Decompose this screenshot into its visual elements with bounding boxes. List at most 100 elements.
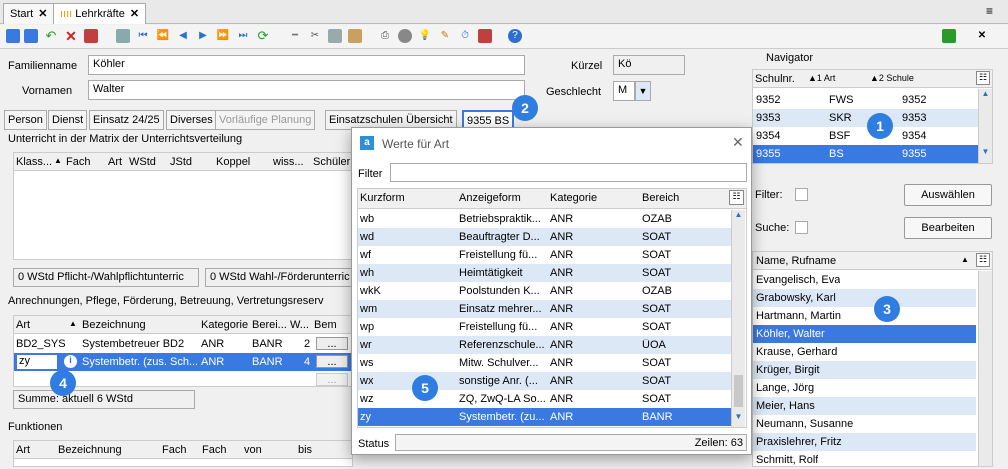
table-row[interactable]: wd Beauftragter D... ANR SOAT (358, 228, 731, 246)
list-item[interactable]: Köhler, Walter (753, 325, 976, 343)
table-row[interactable]: wkK Poolstunden K... ANR OZAB (358, 282, 731, 300)
list-item[interactable]: Neumann, Susanne (753, 415, 976, 433)
remove-icon[interactable]: ━ (288, 29, 302, 43)
bem-button[interactable]: ... (316, 337, 348, 350)
list-item[interactable]: Meier, Hans (753, 397, 976, 415)
close-icon[interactable]: ✕ (130, 8, 139, 20)
table-row[interactable]: zy i Systembetr. (zus. Sch... ANR BANR 4… (14, 353, 352, 371)
first-icon[interactable]: ⏮ (136, 29, 150, 43)
dialog-filter-input[interactable] (390, 163, 747, 182)
tab-lehrkraefte[interactable]: ıııı Lehrkräfte ✕ (53, 3, 147, 24)
werte-grid-header: Kurzform Anzeigeform Kategorie Bereich ☷ (358, 189, 746, 209)
chevron-up-icon[interactable]: ▲ (979, 89, 992, 98)
table-row[interactable]: wf Freistellung fü... ANR SOAT (358, 246, 731, 264)
copy-icon[interactable] (116, 29, 130, 43)
bearbeiten-button[interactable]: Bearbeiten (904, 217, 992, 239)
prev-icon[interactable]: ◀ (176, 29, 190, 43)
geschlecht-select[interactable]: M (613, 81, 635, 101)
art-edit-field[interactable]: zy (16, 354, 58, 370)
list-item[interactable]: Evangelisch, Eva (753, 271, 976, 289)
list-item[interactable]: Krüger, Birgit (753, 361, 976, 379)
save-icon[interactable] (24, 29, 38, 43)
vornamen-field[interactable]: Walter (88, 80, 525, 100)
table-row[interactable]: 9353 SKR 9353 (753, 109, 978, 127)
list-item[interactable]: Lange, Jörg (753, 379, 976, 397)
auswaehlen-button[interactable]: Auswählen (904, 184, 992, 206)
chevron-down-icon[interactable]: ▼ (635, 81, 651, 101)
last-icon[interactable]: ⏭ (236, 29, 250, 43)
familienname-field[interactable]: Köhler (88, 55, 525, 75)
subtab-vorlaeufige-planung[interactable]: Vorläufige Planung (215, 110, 316, 130)
table-row[interactable]: ws Mitw. Schulver... ANR SOAT (358, 354, 731, 372)
close-icon[interactable]: ✕ (38, 8, 47, 20)
subtab-dienst[interactable]: Dienst (48, 110, 88, 130)
clock-icon[interactable]: ⏱ (458, 29, 472, 43)
next-icon[interactable]: ▶ (196, 29, 210, 43)
table-row[interactable]: zy Systembetr. (zu... ANR BANR (358, 408, 731, 426)
delete-icon[interactable]: ✕ (64, 29, 78, 43)
close-window-icon[interactable]: ✕ (975, 29, 989, 43)
table-row[interactable]: wp Freistellung fü... ANR SOAT (358, 318, 731, 336)
chevron-down-icon[interactable]: ▼ (732, 412, 745, 421)
kuerzel-field[interactable]: Kö (613, 55, 685, 75)
table-row[interactable]: 9354 BSF 9354 (753, 127, 978, 145)
list-item[interactable]: Krause, Gerhard (753, 343, 976, 361)
sync-icon[interactable] (942, 29, 956, 43)
list-item[interactable]: Hartmann, Martin (753, 307, 976, 325)
navigator-name-list[interactable]: Name, Rufname ▲ ☷ Evangelisch, Eva Grabo… (752, 251, 993, 467)
close-icon[interactable]: ✕ (732, 134, 744, 151)
scrollbar[interactable] (978, 271, 992, 466)
funktionen-grid[interactable]: Art Bezeichnung Fach Fach von bis (13, 440, 353, 467)
list-item[interactable]: Praxislehrer, Fritz (753, 433, 976, 451)
table-row[interactable]: BD2_SYS Systembetreuer BD2 ANR BANR 2 ..… (14, 335, 352, 353)
matrix-grid[interactable]: Klass... ▲ Fach Art WStd JStd Koppel wis… (13, 152, 353, 260)
subtab-einsatz[interactable]: Einsatz 24/25 (89, 110, 164, 130)
annotation-badge-2: 2 (512, 95, 538, 121)
dialog-filter-label: Filter (358, 168, 383, 180)
table-row[interactable]: wb Betriebspraktik... ANR OZAB (358, 210, 731, 228)
suche-checkbox[interactable] (795, 221, 808, 234)
table-row[interactable]: wr Referenzschule... ANR ÜOA (358, 336, 731, 354)
paste-icon[interactable] (348, 29, 362, 43)
menu-icon[interactable]: ≡ (986, 4, 993, 18)
column-chooser-icon[interactable]: ☷ (729, 190, 744, 205)
help-icon[interactable]: ? (508, 29, 522, 43)
list-item[interactable]: Grabowsky, Karl (753, 289, 976, 307)
table-row[interactable]: 9352 FWS 9352 (753, 91, 978, 109)
tab-start[interactable]: Start ✕ (3, 3, 55, 24)
scrollbar[interactable]: ▲ ▼ (978, 89, 992, 163)
filter-checkbox[interactable] (795, 188, 808, 201)
table-row[interactable]: wh Heimtätigkeit ANR SOAT (358, 264, 731, 282)
info-icon[interactable]: i (64, 355, 77, 368)
report-icon[interactable] (478, 29, 492, 43)
bulb-icon[interactable]: 💡 (418, 29, 432, 43)
chevron-up-icon[interactable]: ▲ (732, 210, 745, 219)
subtab-diverses[interactable]: Diverses (166, 110, 217, 130)
status-label: Status (358, 438, 390, 450)
table-row[interactable]: wm Einsatz mehrer... ANR SOAT (358, 300, 731, 318)
undo-icon[interactable]: ↶ (44, 29, 58, 43)
subtab-person[interactable]: Person (4, 110, 47, 130)
bem-button[interactable]: ... (316, 373, 348, 386)
cut-icon[interactable]: ✂ (308, 29, 322, 43)
preview-icon[interactable] (398, 29, 412, 43)
table-row[interactable]: 9355 BS 9355 (753, 145, 978, 163)
list-item[interactable]: Schmitt, Rolf (753, 451, 976, 469)
column-chooser-icon[interactable]: ☷ (976, 253, 990, 267)
brush-icon[interactable]: ✎ (438, 29, 452, 43)
scrollbar[interactable]: ▲ ▼ (731, 210, 745, 427)
scrollbar-thumb[interactable] (734, 375, 743, 407)
prev-fast-icon[interactable]: ⏪ (156, 29, 170, 43)
sort-asc-icon: ▲ (54, 156, 62, 165)
bem-button[interactable]: ... (316, 355, 348, 368)
refresh-icon[interactable]: ⟳ (256, 29, 270, 43)
list-icon[interactable] (84, 29, 98, 43)
next-fast-icon[interactable]: ⏩ (216, 29, 230, 43)
chevron-down-icon[interactable]: ▼ (979, 147, 992, 156)
copy-doc-icon[interactable] (328, 29, 342, 43)
kuerzel-label: Kürzel (571, 60, 603, 72)
column-chooser-icon[interactable]: ☷ (976, 71, 990, 85)
new-icon[interactable] (6, 29, 20, 43)
print-icon[interactable]: ⎙ (378, 29, 392, 43)
app-icon: a (360, 136, 374, 150)
